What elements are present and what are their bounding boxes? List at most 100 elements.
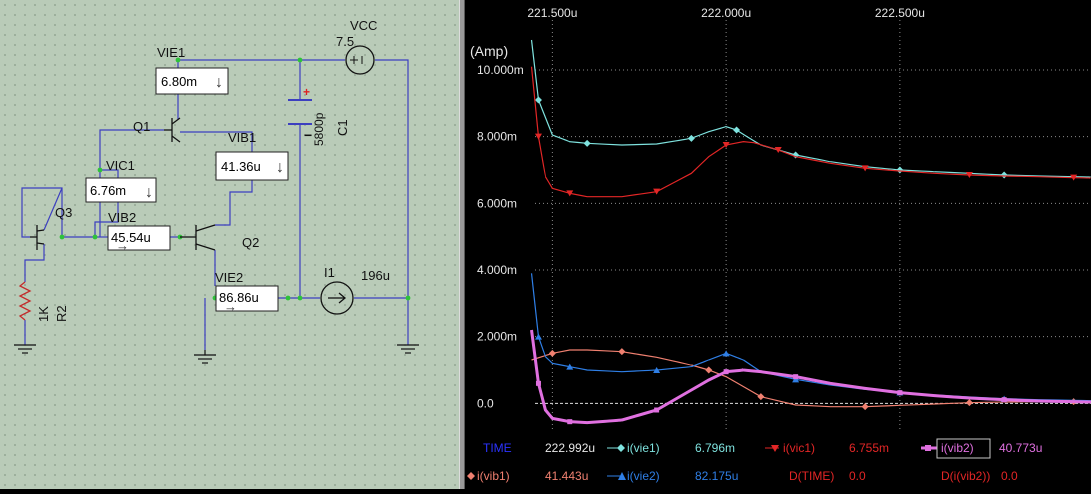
meter-value: 6.76m (90, 183, 126, 198)
traces (530, 39, 1091, 425)
x-tick-label: 222.000u (701, 6, 751, 20)
y-tick-label: 10.000m (477, 63, 524, 77)
trace-ivie1[interactable] (530, 39, 1091, 179)
data-point (897, 390, 903, 396)
meter-value: 6.80m (161, 74, 197, 89)
legend-item-time[interactable]: TIME 222.992u (483, 441, 595, 455)
square-marker-icon (925, 445, 931, 451)
data-point (534, 333, 542, 340)
trace-ivic1[interactable] (530, 66, 1091, 198)
r2-label: R2 (54, 305, 69, 322)
diamond-marker-icon (467, 472, 475, 480)
legend-row-1: TIME 222.992u i(vie1) 6.796m i(vic1) 6.7… (483, 438, 1042, 459)
y-unit-label: (Amp) (470, 43, 508, 59)
trace-ivib2[interactable] (530, 329, 1091, 425)
x-tick-labels: 221.500u 222.000u 222.500u (527, 6, 925, 20)
cap-plus-sign: + (303, 85, 310, 99)
data-point (535, 380, 541, 386)
legend-value: 0.0 (849, 469, 866, 483)
vcc-label: VCC (350, 18, 377, 33)
waveform-panel[interactable]: 221.500u 222.000u 222.500u 10.000m 8.000m 6.… (465, 0, 1091, 489)
diamond-marker-icon (617, 444, 625, 452)
trace-ivie2[interactable] (530, 273, 1091, 402)
meter-name: VIE2 (215, 270, 243, 285)
legend-label: i(vic1) (783, 441, 815, 455)
vcc-value: 7.5 (336, 34, 354, 49)
legend-label: i(vib1) (477, 469, 510, 483)
legend-item-vie1[interactable]: i(vie1) 6.796m (607, 441, 735, 455)
vcc-source[interactable] (345, 45, 375, 75)
series-line (530, 329, 1091, 425)
legend-label: i(vib2) (941, 441, 974, 455)
meter-vib2[interactable]: 45.54u → VIB2 (107, 210, 171, 253)
meter-vie1[interactable]: 6.80m ↓ VIE1 (155, 45, 229, 95)
legend-value: 40.773u (999, 441, 1042, 455)
q1-label: Q1 (133, 119, 150, 134)
legend-label: i(vie2) (627, 469, 660, 483)
schematic-panel[interactable]: 6.80m ↓ VIE1 41.36u ↓ VIB1 6.76m ↓ VIC1 … (0, 0, 459, 489)
waveform-plot[interactable]: 221.500u 222.000u 222.500u 10.000m 8.000m 6.… (465, 0, 1091, 489)
y-tick-label: 2.000m (477, 330, 517, 344)
q3-label: Q3 (55, 205, 72, 220)
legend-item-vie2[interactable]: i(vie2) 82.175u (607, 469, 738, 483)
legend-label: i(vie1) (627, 441, 660, 455)
data-point (534, 96, 542, 104)
y-tick-label: 6.000m (477, 196, 517, 210)
legend-value: 6.755m (849, 441, 889, 455)
data-point (793, 374, 799, 380)
legend-value: 0.0 (1001, 469, 1018, 483)
arrow-icon: → (224, 299, 237, 314)
data-point (567, 419, 573, 425)
data-point (687, 134, 695, 142)
data-point (965, 399, 973, 407)
schematic-canvas[interactable]: 6.80m ↓ VIE1 41.36u ↓ VIB1 6.76m ↓ VIC1 … (0, 0, 459, 489)
arrow-icon: ↓ (276, 159, 284, 176)
x-tick-label: 222.500u (875, 6, 925, 20)
legend-label: TIME (483, 441, 512, 455)
q2-transistor[interactable] (180, 224, 216, 251)
legend-value: 222.992u (545, 441, 595, 455)
arrow-icon: → (116, 238, 129, 253)
meter-vib1[interactable]: 41.36u ↓ VIB1 (215, 130, 289, 181)
r2-resistor[interactable] (18, 281, 32, 321)
meter-name: VIC1 (106, 158, 135, 173)
arrow-icon: ↓ (215, 74, 223, 91)
y-tick-label: 8.000m (477, 130, 517, 144)
meter-vie2[interactable]: 86.86u → VIE2 (215, 270, 279, 314)
meter-name: VIB1 (228, 130, 256, 145)
data-point (723, 369, 729, 375)
legend-value: 41.443u (545, 469, 588, 483)
q3-transistor[interactable] (30, 225, 45, 250)
data-point (861, 403, 869, 411)
c1-value: 5800p (312, 112, 326, 146)
q2-label: Q2 (242, 235, 259, 250)
legend-item-dtime[interactable]: D(TIME) 0.0 (789, 469, 866, 483)
y-tick-labels: 10.000m 8.000m 6.000m 4.000m 2.000m 0.0 (477, 63, 524, 410)
legend-row-2: i(vib1) 41.443u i(vie2) 82.175u D(TIME) … (467, 469, 1018, 483)
legend-label: D(TIME) (789, 469, 834, 483)
data-point (1000, 171, 1008, 179)
legend-item-vic1[interactable]: i(vic1) 6.755m (765, 441, 889, 455)
data-point (1001, 397, 1007, 403)
i1-value: 196u (361, 268, 390, 283)
i1-current-source[interactable] (320, 281, 354, 315)
r2-value: 1K (36, 306, 51, 322)
legend-item-vib1[interactable]: i(vib1) 41.443u (467, 469, 588, 483)
y-tick-label: 4.000m (477, 263, 517, 277)
meter-name: VIE1 (157, 45, 185, 60)
data-point (757, 393, 765, 401)
c1-label: C1 (335, 119, 350, 136)
c1-capacitor[interactable] (288, 99, 312, 125)
cap-minus-sign: − (304, 127, 312, 143)
data-point (705, 366, 713, 374)
arrow-icon: ↓ (145, 184, 153, 201)
data-point (774, 147, 782, 153)
plot-grid (535, 20, 1091, 430)
meter-vic1[interactable]: 6.76m ↓ VIC1 (85, 158, 157, 203)
q1-transistor[interactable] (164, 117, 181, 143)
legend-item-dvib2[interactable]: D(i(vib2)) 0.0 (941, 469, 1018, 483)
series-line (530, 66, 1091, 198)
legend-item-vib2[interactable]: i(vib2) 40.773u (921, 438, 1042, 459)
meter-value: 41.36u (221, 159, 261, 174)
meter-name: VIB2 (108, 210, 136, 225)
